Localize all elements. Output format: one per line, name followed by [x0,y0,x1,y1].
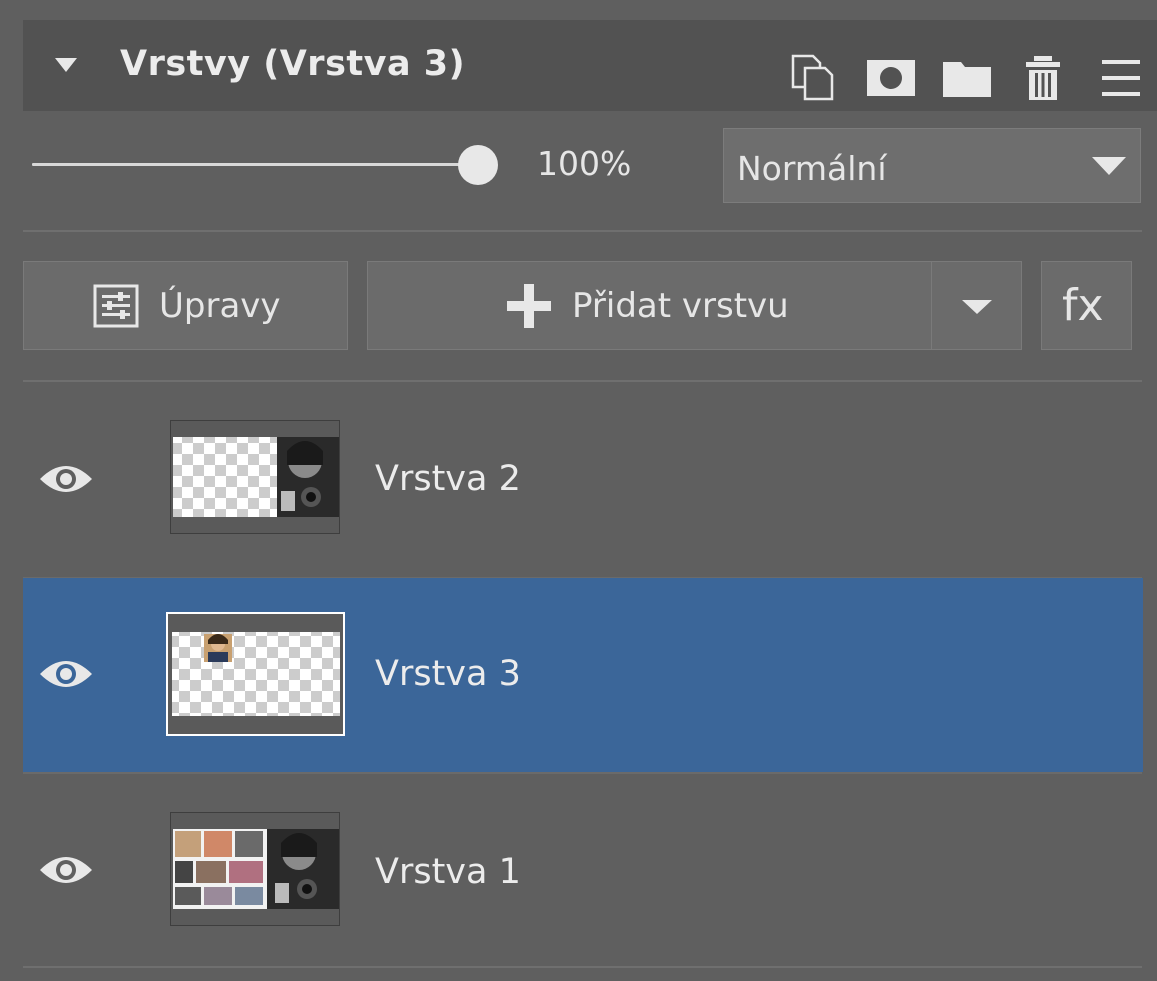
layer-name: Vrstva 2 [375,459,521,499]
menu-icon[interactable] [1096,54,1146,102]
adjustments-label: Úpravy [159,286,281,326]
layer-row[interactable]: Vrstva 1 [23,774,1143,968]
layer-thumbnail [166,612,345,736]
divider [23,966,1142,968]
opacity-slider-fill [32,163,480,166]
layer-thumbnail-image [171,813,339,925]
opacity-slider-thumb[interactable] [458,145,498,185]
opacity-value: 100% [537,144,632,183]
layer-row-selected[interactable]: Vrstva 3 [23,578,1143,772]
layer-thumbnail-image [168,614,343,734]
layer-name: Vrstva 3 [375,654,521,694]
blend-mode-label: Normální [737,149,887,188]
trash-icon[interactable] [1018,54,1068,102]
divider [23,380,1142,382]
eye-icon[interactable] [38,852,94,888]
chevron-down-icon [962,300,992,314]
adjustments-button[interactable]: Úpravy [23,261,348,350]
panel-title: Vrstvy (Vrstva 3) [120,44,466,84]
blend-mode-select[interactable]: Normální [723,128,1141,203]
layer-thumbnail [170,812,340,926]
fx-button[interactable]: fx [1041,261,1132,350]
panel-header: Vrstvy (Vrstva 3) [23,20,1157,111]
layer-thumbnail-image [171,421,339,533]
add-layer-button[interactable]: Přidat vrstvu [367,261,932,350]
mask-icon[interactable] [866,54,916,102]
eye-icon[interactable] [38,656,94,692]
layer-row[interactable]: Vrstva 2 [23,383,1143,577]
folder-icon[interactable] [942,54,992,102]
chevron-down-icon [1092,157,1126,175]
layer-name: Vrstva 1 [375,852,521,892]
plus-icon [507,284,551,328]
opacity-slider-track[interactable] [32,163,480,166]
layer-thumbnail [170,420,340,534]
add-layer-dropdown-button[interactable] [931,261,1022,350]
adjustments-icon [93,284,139,328]
duplicate-icon[interactable] [788,54,838,102]
collapse-triangle-icon[interactable] [55,58,77,74]
fx-label: fx [1062,280,1104,331]
eye-icon[interactable] [38,461,94,497]
divider [23,230,1142,232]
add-layer-label: Přidat vrstvu [572,286,789,326]
